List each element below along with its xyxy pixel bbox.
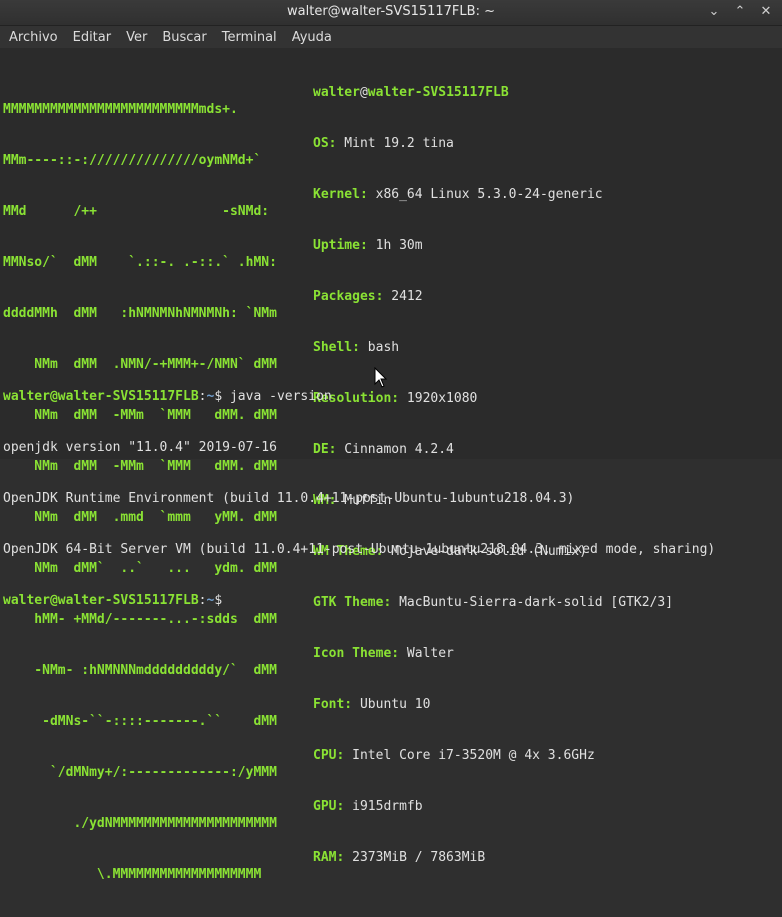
title-bar[interactable]: walter@walter-SVS15117FLB: ~ ⌄ ⌃ ✕ [0,0,782,26]
logo-line: ddddMMh dMM :hNMNMNhNMNMNh: `NMm [3,306,277,321]
info-row-kernel: Kernel: x86_64 Linux 5.3.0-24-generic [313,186,673,203]
info-header: walter@walter-SVS15117FLB [313,84,673,101]
info-value: x86_64 Linux 5.3.0-24-generic [367,187,603,202]
info-value: Intel Core i7-3520M @ 4x 3.6GHz [344,748,595,763]
logo-line: MMNso/` dMM `.::-. .-::.` .hMN: [3,255,277,270]
info-value: Ubuntu 10 [352,697,431,712]
terminal-window: walter@walter-SVS15117FLB: ~ ⌄ ⌃ ✕ Archi… [0,0,782,882]
info-user: walter [313,85,360,100]
info-value: i915drmfb [344,799,423,814]
info-value: Walter [399,646,454,661]
info-key: Kernel: [313,187,368,202]
info-row-icon-theme: Icon Theme: Walter [313,645,673,662]
prompt-separator: : [198,593,207,608]
info-key: Icon Theme: [313,646,400,661]
info-value: bash [359,340,400,355]
prompt-symbol: $ [214,389,230,404]
output-line: OpenJDK 64-Bit Server VM (build 11.0.4+1… [3,542,716,557]
window-title: walter@walter-SVS15117FLB: ~ [287,4,495,19]
logo-line: -NMm- :hNMNNNmdddddddddy/` dMM [3,663,277,678]
menu-terminal[interactable]: Terminal [218,30,288,45]
info-key: Shell: [313,340,360,355]
terminal-area[interactable]: MMMMMMMMMMMMMMMMMMMMMMMMMmds+. MMm----::… [0,48,782,882]
output-line: openjdk version "11.0.4" 2019-07-16 [3,440,277,455]
minimize-button[interactable]: ⌄ [706,4,722,20]
info-host: walter-SVS15117FLB [367,85,509,100]
logo-line: MMMMMMMMMMMMMMMMMMMMMMMMMmds+. [3,102,238,117]
prompt-symbol: $ [214,593,230,608]
info-row-gpu: GPU: i915drmfb [313,798,673,815]
info-key: OS: [313,136,337,151]
info-value: 2373MiB / 7863MiB [344,850,486,865]
info-key: Uptime: [313,238,368,253]
info-key: Packages: [313,289,384,304]
close-button[interactable]: ✕ [758,4,774,20]
window-controls: ⌄ ⌃ ✕ [706,4,774,20]
prompt-line: walter@walter-SVS15117FLB:~$ java -versi… [3,388,715,405]
info-key: CPU: [313,748,345,763]
prompt-user: walter@walter-SVS15117FLB [3,593,199,608]
info-key: RAM: [313,850,345,865]
info-key: GPU: [313,799,345,814]
maximize-button[interactable]: ⌃ [732,4,748,20]
menu-ayuda[interactable]: Ayuda [288,30,343,45]
prompt-separator: : [198,389,207,404]
prompt-path: ~ [206,593,215,608]
logo-line: -dMNs-``-::::-------.`` dMM [3,714,277,729]
logo-line: ./ydNMMMMMMMMMMMMMMMMMMMMM [3,816,277,831]
logo-line: MMm----::-://////////////oymNMd+` [3,153,262,168]
info-value: Mint 19.2 tina [336,136,454,151]
menu-bar: Archivo Editar Ver Buscar Terminal Ayuda [0,26,782,49]
logo-line: MMd /++ -sNMd: [3,204,270,219]
prompt-user: walter@walter-SVS15117FLB [3,389,199,404]
command-text: java -version [229,389,332,404]
output-line: OpenJDK Runtime Environment (build 11.0.… [3,491,575,506]
logo-line: `/dMNmy+/:-------------:/yMMM [3,765,277,780]
info-at: @ [359,85,368,100]
info-row-ram: RAM: 2373MiB / 7863MiB [313,849,673,866]
info-row-packages: Packages: 2412 [313,288,673,305]
info-row-cpu: CPU: Intel Core i7-3520M @ 4x 3.6GHz [313,747,673,764]
logo-line: \.MMMMMMMMMMMMMMMMMMM [3,867,262,882]
menu-archivo[interactable]: Archivo [5,30,69,45]
command-session: walter@walter-SVS15117FLB:~$ java -versi… [3,354,715,643]
info-value: 1h 30m [367,238,423,253]
info-row-os: OS: Mint 19.2 tina [313,135,673,152]
info-key: Font: [313,697,353,712]
mouse-cursor-icon [374,367,388,388]
info-row-uptime: Uptime: 1h 30m [313,237,673,254]
menu-buscar[interactable]: Buscar [158,30,217,45]
info-value: 2412 [383,289,423,304]
prompt-line: walter@walter-SVS15117FLB:~$ [3,592,715,609]
info-row-font: Font: Ubuntu 10 [313,696,673,713]
menu-editar[interactable]: Editar [69,30,123,45]
menu-ver[interactable]: Ver [122,30,158,45]
